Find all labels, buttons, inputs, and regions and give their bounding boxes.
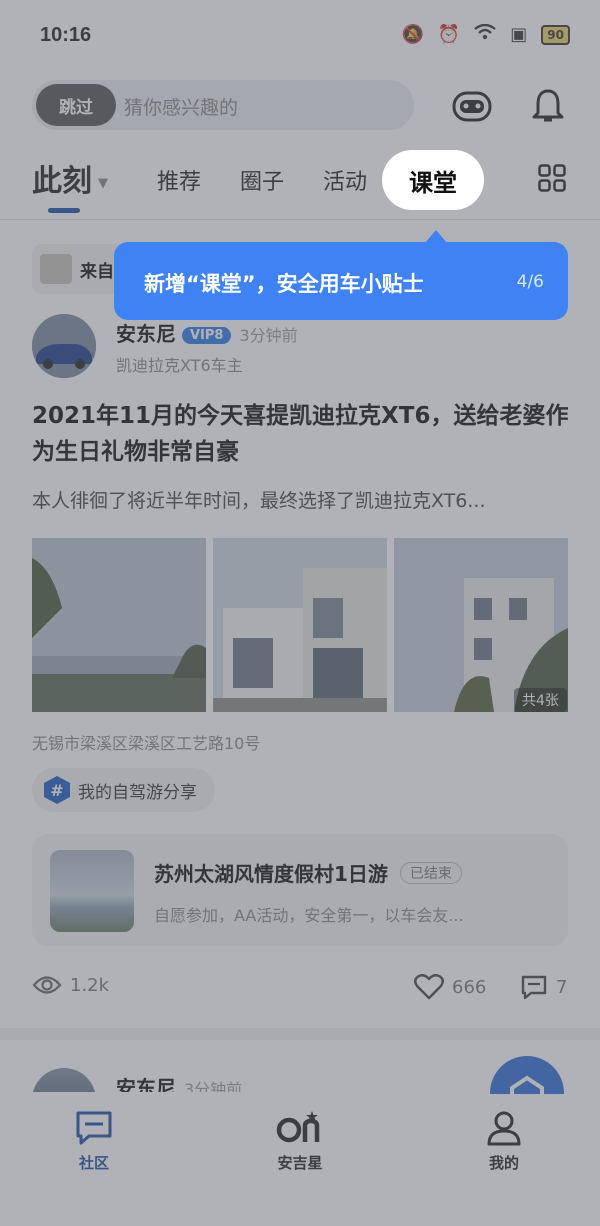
- bottom-nav-dim: [0, 1094, 600, 1226]
- guide-overlay[interactable]: [0, 0, 600, 1226]
- tooltip-step: 4/6: [516, 272, 544, 292]
- guide-tooltip[interactable]: 新增“课堂”，安全用车小贴士 4/6: [114, 230, 568, 320]
- tooltip-message: 新增“课堂”，安全用车小贴士: [144, 272, 424, 296]
- tab-classroom[interactable]: 课堂: [382, 150, 484, 210]
- tooltip-arrow: [424, 230, 448, 244]
